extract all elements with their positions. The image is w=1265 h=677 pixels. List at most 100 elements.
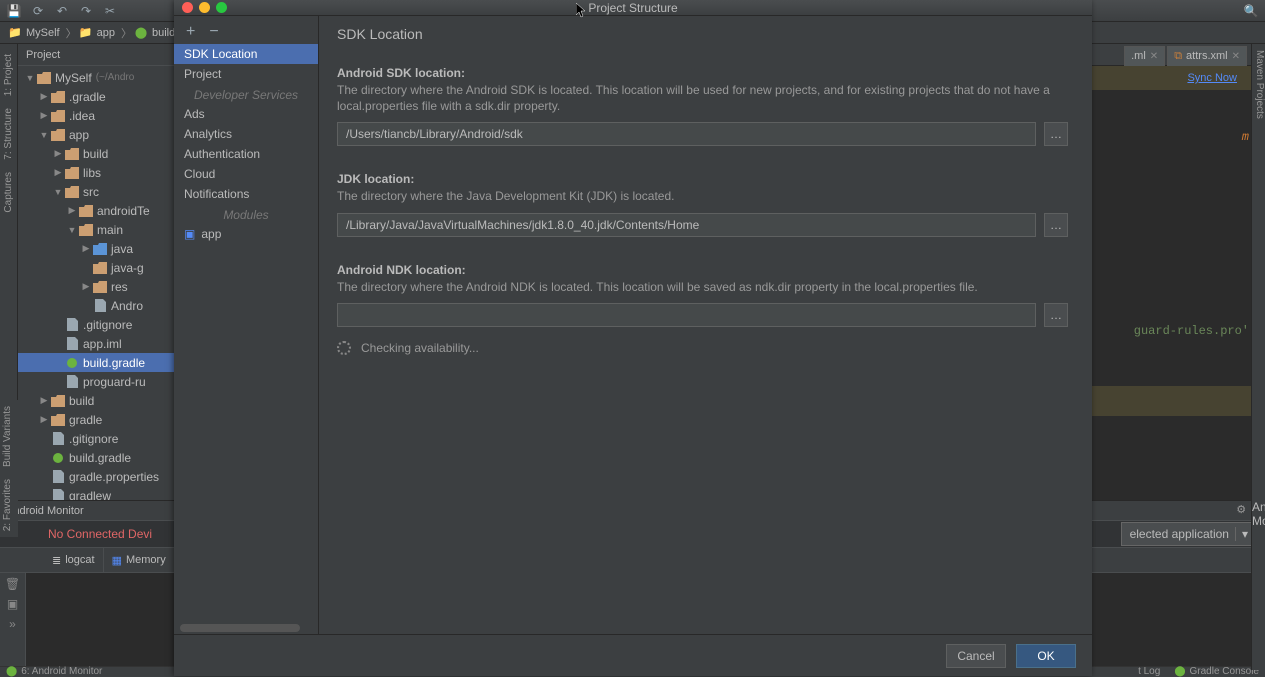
nav-analytics[interactable]: Analytics [174, 124, 318, 144]
browse-button[interactable]: … [1044, 213, 1068, 237]
tree-node[interactable]: ▶.gradle [18, 87, 175, 106]
nav-cloud[interactable]: Cloud [174, 164, 318, 184]
file-icon [50, 431, 66, 447]
tree-node[interactable]: ▶java [18, 239, 175, 258]
favorites-tool-tab[interactable]: 2: Favorites [0, 473, 15, 537]
build-variants-tool-tab[interactable]: Build Variants [0, 400, 15, 473]
add-icon[interactable]: + [186, 23, 195, 41]
folder-icon [50, 127, 66, 143]
nav-sdk-location[interactable]: SDK Location [174, 44, 318, 64]
tree-node[interactable]: gradle.properties [18, 467, 175, 486]
redo-icon[interactable]: ↷ [78, 3, 94, 19]
tree-node[interactable]: .gitignore [18, 315, 175, 334]
tree-node[interactable]: ▼MySelf(~/Andro [18, 68, 175, 87]
logcat-tab[interactable]: ≣ logcat [44, 548, 104, 572]
expand-arrow-icon[interactable]: ▶ [38, 414, 50, 425]
more-icon[interactable]: » [9, 617, 16, 631]
close-icon[interactable]: ✕ [1150, 51, 1158, 62]
sdk-location-input[interactable] [337, 122, 1036, 146]
expand-arrow-icon[interactable]: ▶ [52, 148, 64, 159]
folder-icon [92, 260, 108, 276]
tree-node[interactable]: ▶build [18, 391, 175, 410]
tree-node[interactable]: ▶build [18, 144, 175, 163]
browse-button[interactable]: … [1044, 303, 1068, 327]
structure-tool-tab[interactable]: 7: Structure [1, 102, 16, 166]
memory-tab[interactable]: ▦ Memory [104, 548, 175, 572]
tree-node[interactable]: ▶androidTe [18, 201, 175, 220]
editor-tab[interactable]: .ml ✕ [1124, 46, 1165, 66]
ndk-location-input[interactable] [337, 303, 1036, 327]
folder-icon [50, 412, 66, 428]
tree-node[interactable]: ▶libs [18, 163, 175, 182]
tree-node-label: res [111, 280, 128, 294]
tree-node[interactable]: build.gradle [18, 448, 175, 467]
maven-tool-tab[interactable]: Maven Projects [1252, 44, 1265, 125]
expand-arrow-icon[interactable]: ▶ [66, 205, 78, 216]
tree-node-label: src [83, 185, 99, 199]
nav-ads[interactable]: Ads [174, 104, 318, 124]
gear-icon[interactable]: ⚙ [1236, 504, 1246, 516]
tree-node[interactable]: ▶ res [18, 277, 175, 296]
tree-node-label: gradle.properties [69, 470, 159, 484]
cancel-button[interactable]: Cancel [946, 644, 1006, 668]
tree-node-label: proguard-ru [83, 375, 146, 389]
editor-tab[interactable]: ⧉ attrs.xml ✕ [1167, 46, 1247, 66]
expand-arrow-icon[interactable]: ▶ [38, 110, 50, 121]
nav-notifications[interactable]: Notifications [174, 184, 318, 204]
nav-project[interactable]: Project [174, 64, 318, 84]
tree-node-label: .gitignore [83, 318, 132, 332]
tree-node[interactable]: gradlew [18, 486, 175, 500]
sidebar-scrollbar[interactable] [180, 624, 300, 632]
tree-node[interactable]: Andro [18, 296, 175, 315]
expand-arrow-icon[interactable]: ▼ [66, 225, 78, 235]
project-tree[interactable]: ▼MySelf(~/Andro▶.gradle▶.idea▼app▶build▶… [18, 66, 175, 500]
ok-button[interactable]: OK [1016, 644, 1076, 668]
trash-icon[interactable]: 🗑 [5, 577, 20, 591]
folder-icon: 📁 [8, 26, 22, 40]
module-app[interactable]: ▣ app [174, 224, 318, 244]
expand-arrow-icon[interactable]: ▼ [38, 130, 50, 140]
tree-node[interactable]: ▶gradle [18, 410, 175, 429]
expand-arrow-icon[interactable]: ▶ [80, 281, 92, 292]
project-tool-tab[interactable]: 1: Project [1, 48, 16, 102]
nav-authentication[interactable]: Authentication [174, 144, 318, 164]
jdk-location-input[interactable] [337, 213, 1036, 237]
tree-node[interactable]: app.iml [18, 334, 175, 353]
android-model-tool-tab[interactable]: Android Model [1252, 500, 1265, 528]
close-icon[interactable]: ✕ [1232, 51, 1240, 62]
search-everywhere-icon[interactable]: 🔍 [1243, 3, 1259, 19]
dialog-titlebar[interactable]: Project Structure [174, 0, 1092, 16]
remove-icon[interactable]: − [209, 23, 218, 41]
breadcrumb-item[interactable]: 📁 app 〉 [79, 25, 134, 41]
expand-arrow-icon[interactable]: ▼ [24, 73, 36, 83]
expand-arrow-icon[interactable]: ▶ [38, 91, 50, 102]
expand-arrow-icon[interactable]: ▼ [52, 187, 64, 197]
expand-arrow-icon[interactable]: ▶ [52, 167, 64, 178]
dialog-title: Project Structure [174, 1, 1092, 15]
tree-node[interactable]: ▶.idea [18, 106, 175, 125]
status-android-monitor[interactable]: ⬤ 6: Android Monitor [6, 666, 102, 677]
status-event-log[interactable]: t Log [1138, 666, 1160, 677]
breadcrumb-item[interactable]: ⬤ build. [134, 26, 178, 40]
cut-icon[interactable]: ✂ [102, 3, 118, 19]
tree-node[interactable]: java-g [18, 258, 175, 277]
tree-node[interactable]: .gitignore [18, 429, 175, 448]
breadcrumb-item[interactable]: 📁 MySelf 〉 [8, 25, 79, 41]
tree-node[interactable]: build.gradle [18, 353, 175, 372]
undo-icon[interactable]: ↶ [54, 3, 70, 19]
sync-now-link[interactable]: Sync Now [1187, 72, 1237, 84]
expand-arrow-icon[interactable]: ▶ [80, 243, 92, 254]
save-all-icon[interactable]: 💾 [6, 3, 22, 19]
tree-node[interactable]: ▼ src [18, 182, 175, 201]
browse-button[interactable]: … [1044, 122, 1068, 146]
xml-icon: ⧉ [1174, 50, 1182, 63]
tree-node[interactable]: ▼app [18, 125, 175, 144]
status-gradle-console[interactable]: ⬤ Gradle Console [1174, 666, 1259, 677]
captures-tool-tab[interactable]: Captures [1, 166, 16, 219]
screenshot-icon[interactable]: ▣ [7, 597, 18, 611]
process-selector[interactable]: elected application ▾ [1121, 522, 1257, 546]
tree-node[interactable]: proguard-ru [18, 372, 175, 391]
tree-node[interactable]: ▼main [18, 220, 175, 239]
expand-arrow-icon[interactable]: ▶ [38, 395, 50, 406]
sync-icon[interactable]: ⟳ [30, 3, 46, 19]
